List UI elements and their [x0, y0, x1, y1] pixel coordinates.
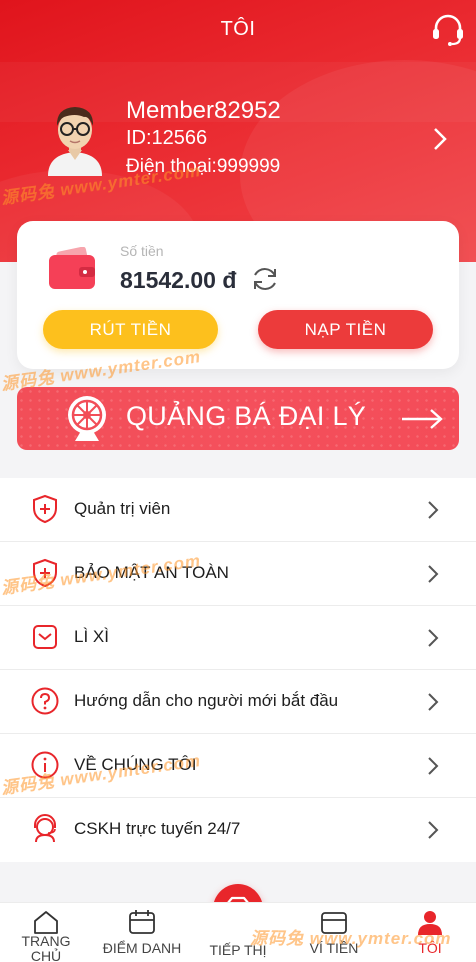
menu-item-label: VỀ CHÚNG TÔI [74, 755, 197, 774]
info-icon [31, 751, 59, 779]
home-icon [34, 911, 58, 934]
member-id: ID:12566 [126, 127, 208, 149]
nav-item-label: TÔI [418, 940, 442, 956]
menu-item-beginner-guide[interactable]: Hướng dẫn cho người mới bắt đầu [0, 670, 476, 734]
menu-item-customer-service[interactable]: CSKH trực tuyến 24/7 [0, 798, 476, 862]
withdraw-button[interactable]: RÚT TIỀN [43, 310, 218, 349]
nav-item-me[interactable]: TÔI [400, 903, 460, 962]
nav-item-check-in[interactable]: ĐIỂM DANH [96, 903, 188, 962]
shield-plus-icon [33, 558, 57, 588]
nav-item-home[interactable]: TRANG CHỦ [14, 903, 78, 962]
nav-item-wallet[interactable]: VÍ TIỀN [298, 903, 370, 962]
promo-label: QUẢNG BÁ ĐẠI LÝ [126, 401, 367, 431]
member-name: Member82952 [126, 97, 281, 124]
menu-item-red-envelope[interactable]: LÌ XÌ [0, 606, 476, 670]
menu-item-label: BẢO MẬT AN TOÀN [74, 563, 229, 582]
headset-icon[interactable] [430, 12, 466, 48]
chevron-right-icon [428, 821, 439, 839]
calendar-icon [129, 910, 155, 934]
red-envelope-icon [33, 625, 57, 649]
chevron-right-icon [428, 565, 439, 583]
member-phone: Điện thoại:999999 [126, 156, 281, 177]
chevron-right-icon[interactable] [430, 126, 450, 152]
avatar [48, 107, 102, 176]
menu-item-security[interactable]: BẢO MẬT AN TOÀN [0, 542, 476, 606]
nav-item-marketing[interactable]: TIẾP THỊ [198, 903, 278, 962]
wallet-icon [321, 912, 347, 934]
wallet-card: Số tiền 81542.00 đ RÚT TIỀN NẠP TIỀN [17, 221, 459, 369]
nav-item-label: TRANG CHỦ [21, 933, 71, 962]
menu-item-label: LÌ XÌ [74, 627, 109, 646]
balance-label: Số tiền [120, 243, 164, 259]
nav-item-label: ĐIỂM DANH [102, 940, 182, 956]
settings-menu: Quản trị viên BẢO MẬT AN TOÀN LÌ XÌ Hướn… [0, 478, 476, 862]
lucky-wheel-icon [68, 396, 106, 441]
menu-item-label: CSKH trực tuyến 24/7 [74, 819, 241, 838]
bottom-navigation: TRANG CHỦ ĐIỂM DANH TIẾP THỊ VÍ TIỀN TÔI [0, 902, 476, 962]
question-icon [31, 687, 59, 715]
chevron-right-icon [428, 629, 439, 647]
menu-item-admin[interactable]: Quản trị viên [0, 478, 476, 542]
shield-plus-icon [33, 494, 57, 524]
chevron-right-icon [428, 693, 439, 711]
balance-value: 81542.00 đ [120, 267, 237, 293]
menu-item-label: Quản trị viên [74, 499, 171, 518]
menu-item-about-us[interactable]: VỀ CHÚNG TÔI [0, 734, 476, 798]
nav-item-label: TIẾP THỊ [209, 942, 267, 958]
deposit-button[interactable]: NẠP TIỀN [258, 310, 433, 349]
chevron-right-icon [428, 501, 439, 519]
refresh-icon[interactable] [251, 265, 279, 293]
agent-promo-banner[interactable]: QUẢNG BÁ ĐẠI LÝ [17, 387, 459, 450]
menu-item-label: Hướng dẫn cho người mới bắt đầu [74, 691, 339, 710]
page-title: TÔI [220, 18, 256, 40]
customer-service-icon [34, 814, 56, 843]
chevron-right-icon [428, 757, 439, 775]
arrow-right-icon [402, 409, 443, 429]
wallet-icon [49, 247, 95, 289]
nav-item-label: VÍ TIỀN [309, 940, 359, 956]
user-icon [418, 911, 442, 935]
